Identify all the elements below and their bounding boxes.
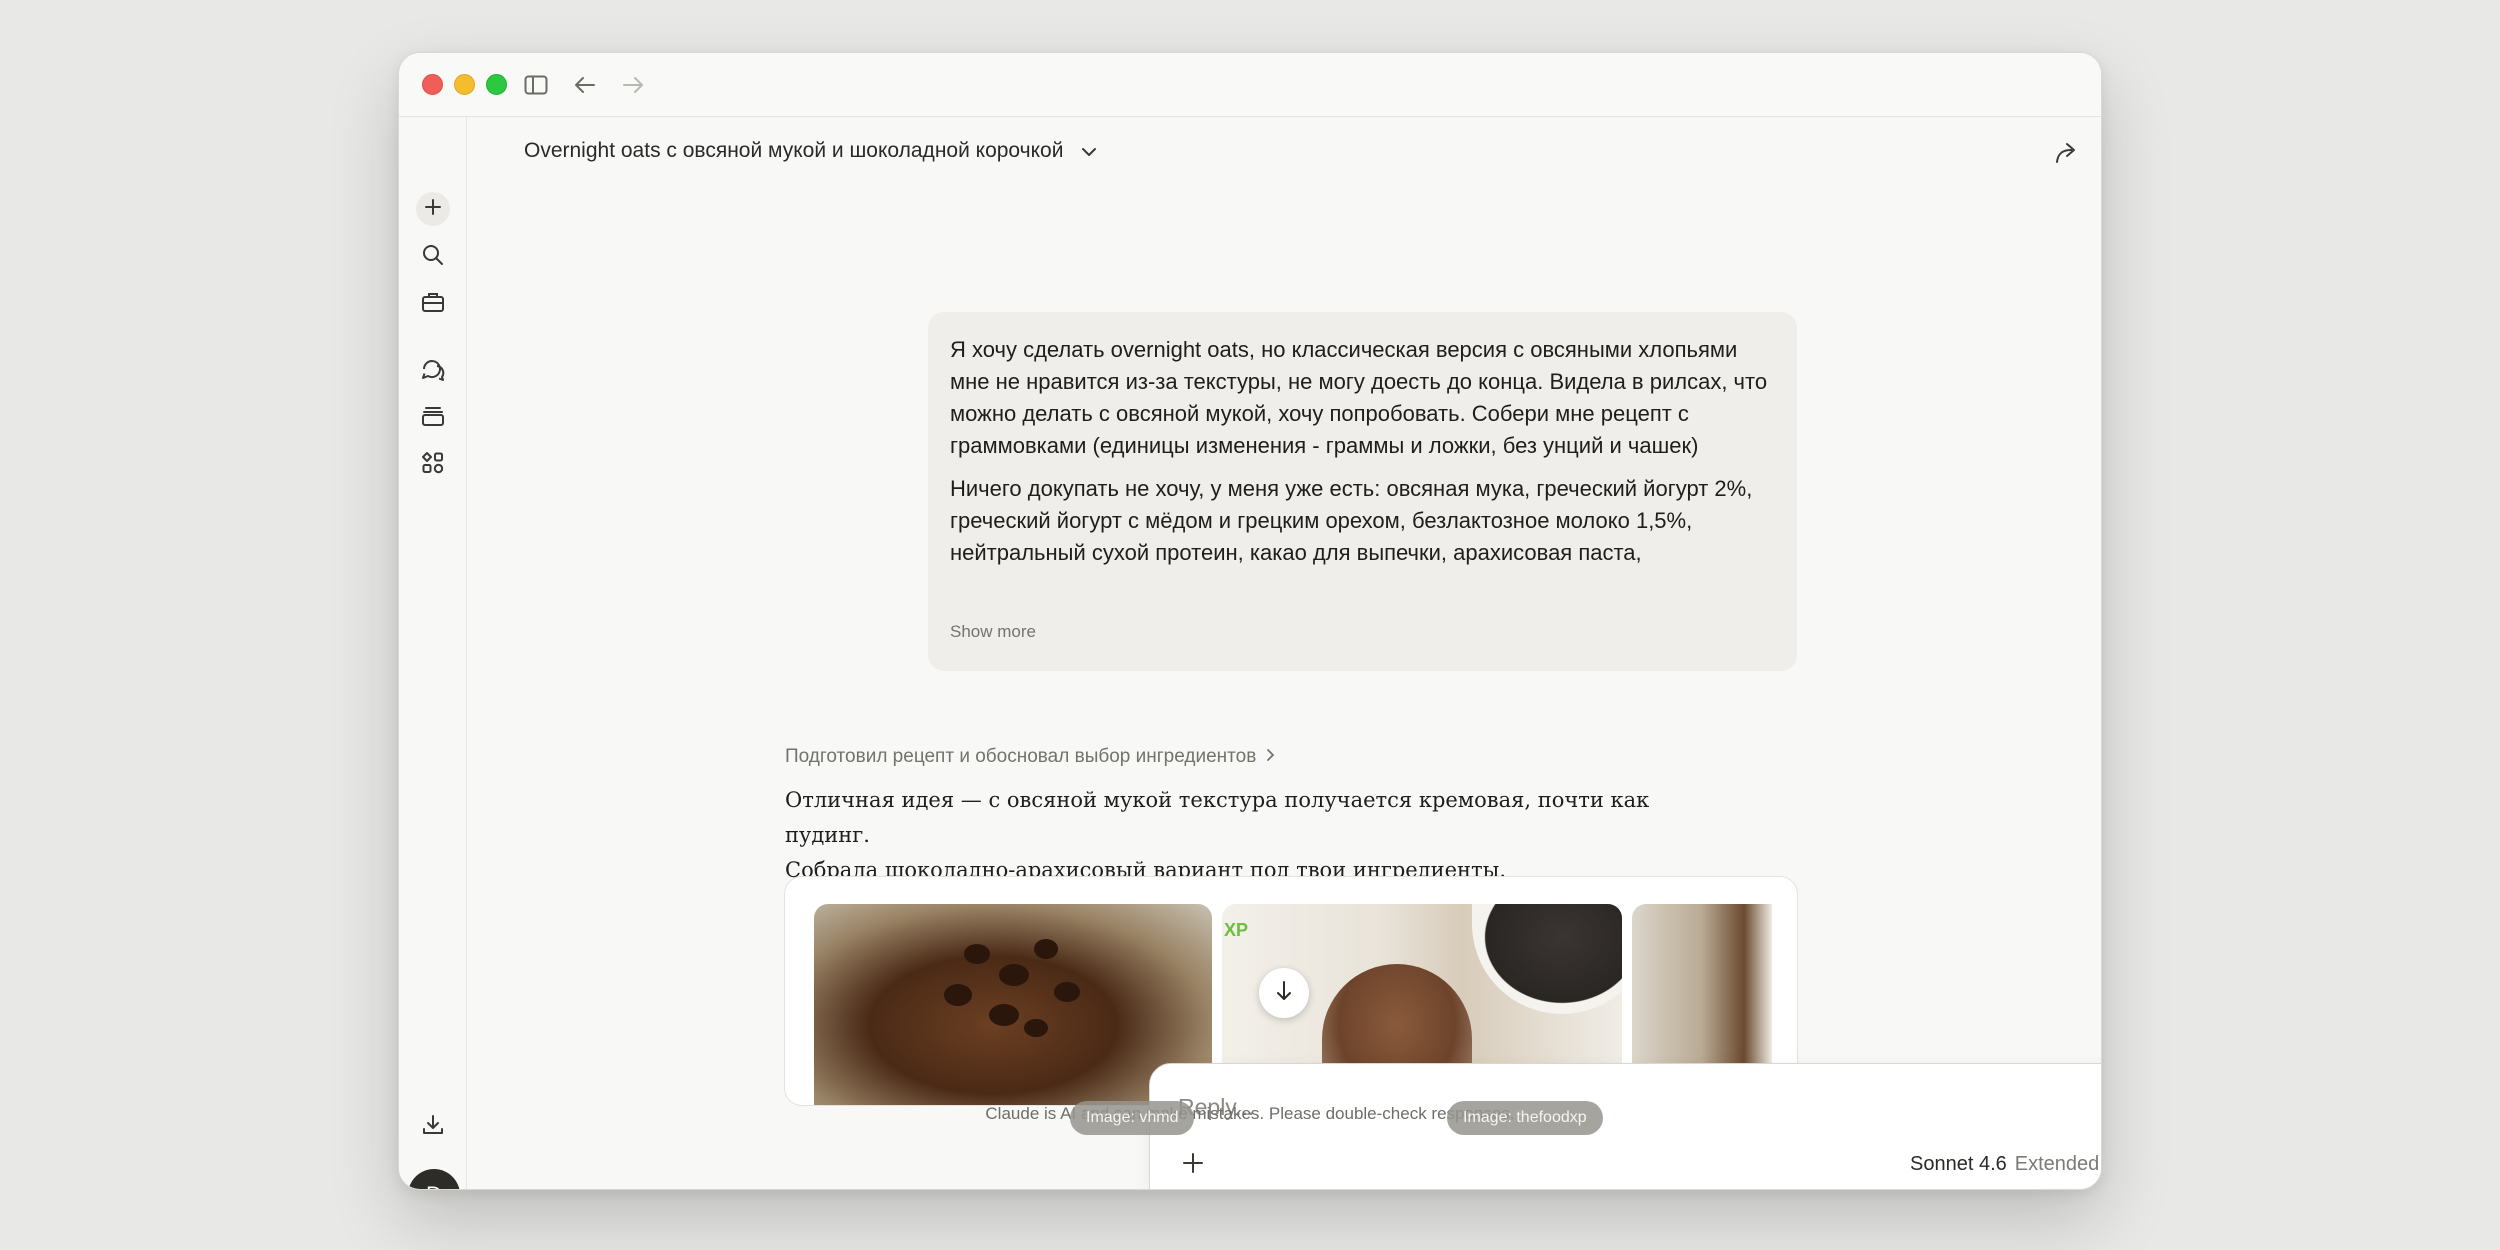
chocolate-chip [999, 964, 1029, 986]
chevron-right-icon [1266, 746, 1276, 768]
back-arrow-icon[interactable] [571, 71, 599, 99]
conversation-title-button[interactable]: Overnight oats с овсяной мукой и шоколад… [524, 139, 1097, 163]
avatar-initial: D [426, 1182, 442, 1189]
projects-icon [421, 405, 445, 432]
briefcase-icon [421, 291, 445, 318]
model-mode: Extended [2014, 1153, 2100, 1175]
chats-button[interactable] [415, 353, 451, 389]
chocolate-chip [944, 984, 972, 1006]
new-chat-button[interactable] [416, 192, 450, 226]
image-credit-badge[interactable]: Image: vhmd [1070, 1101, 1195, 1135]
thinking-summary[interactable]: Подготовил рецепт и обосновал выбор ингр… [785, 746, 1276, 768]
customize-button[interactable] [415, 286, 451, 322]
app-window: D Overnight oats с овсяной мукой и шокол… [398, 52, 2102, 1190]
projects-button[interactable] [415, 400, 451, 436]
chat-main: Overnight oats с овсяной мукой и шоколад… [468, 117, 2101, 1189]
chocolate-chip [964, 944, 990, 964]
search-icon [421, 243, 445, 272]
chevron-down-icon [1081, 139, 1097, 163]
thinking-summary-label: Подготовил рецепт и обосновал выбор ингр… [785, 746, 1257, 767]
chocolate-chip [1054, 982, 1080, 1002]
model-selector[interactable]: Sonnet 4.6 Extended [1910, 1153, 2101, 1176]
chocolate-chip [989, 1004, 1019, 1026]
artifacts-icon [421, 451, 445, 480]
minimize-window-button[interactable] [454, 74, 475, 95]
arrow-down-icon [1274, 980, 1294, 1007]
sidebar: D [399, 117, 467, 1189]
user-message-paragraph: Я хочу сделать overnight oats, но класси… [950, 337, 1768, 458]
plus-icon [423, 197, 443, 222]
show-more-button[interactable]: Show more [950, 622, 1046, 642]
add-attachment-button[interactable] [1178, 1150, 1208, 1180]
titlebar [399, 53, 2101, 117]
close-window-button[interactable] [422, 74, 443, 95]
user-message: Я хочу сделать overnight oats, но класси… [928, 312, 1797, 671]
assistant-text-line: Отличная идея — с овсяной мукой текстура… [785, 788, 1650, 847]
chocolate-chip [1024, 1019, 1048, 1037]
chocolate-chip [1034, 939, 1058, 959]
chats-icon [420, 357, 446, 386]
search-button[interactable] [415, 239, 451, 275]
bowl-shape [1472, 904, 1622, 1014]
forward-arrow-icon[interactable] [619, 71, 647, 99]
composer: Sonnet 4.6 Extended [1149, 1063, 2101, 1189]
zoom-window-button[interactable] [486, 74, 507, 95]
image-credit-badge[interactable]: Image: thefoodxp [1447, 1101, 1603, 1135]
model-name: Sonnet 4.6 [1910, 1153, 2007, 1175]
artifacts-button[interactable] [415, 447, 451, 483]
share-icon[interactable] [2051, 137, 2083, 169]
page-title: Overnight oats с овсяной мукой и шоколад… [524, 139, 1064, 162]
plus-icon [1182, 1152, 1204, 1179]
disclaimer-text: Claude is AI and can make mistakes. Plea… [985, 1104, 1515, 1123]
download-image-button[interactable] [1259, 968, 1309, 1018]
sidebar-toggle-icon[interactable] [522, 71, 550, 99]
image-watermark: XP [1224, 920, 1249, 940]
assistant-response: Отличная идея — с овсяной мукой текстура… [785, 783, 1715, 888]
user-message-paragraph: Ничего докупать не хочу, у меня уже есть… [950, 476, 1753, 565]
text-fade [928, 570, 1797, 640]
avatar[interactable]: D [408, 1169, 460, 1189]
